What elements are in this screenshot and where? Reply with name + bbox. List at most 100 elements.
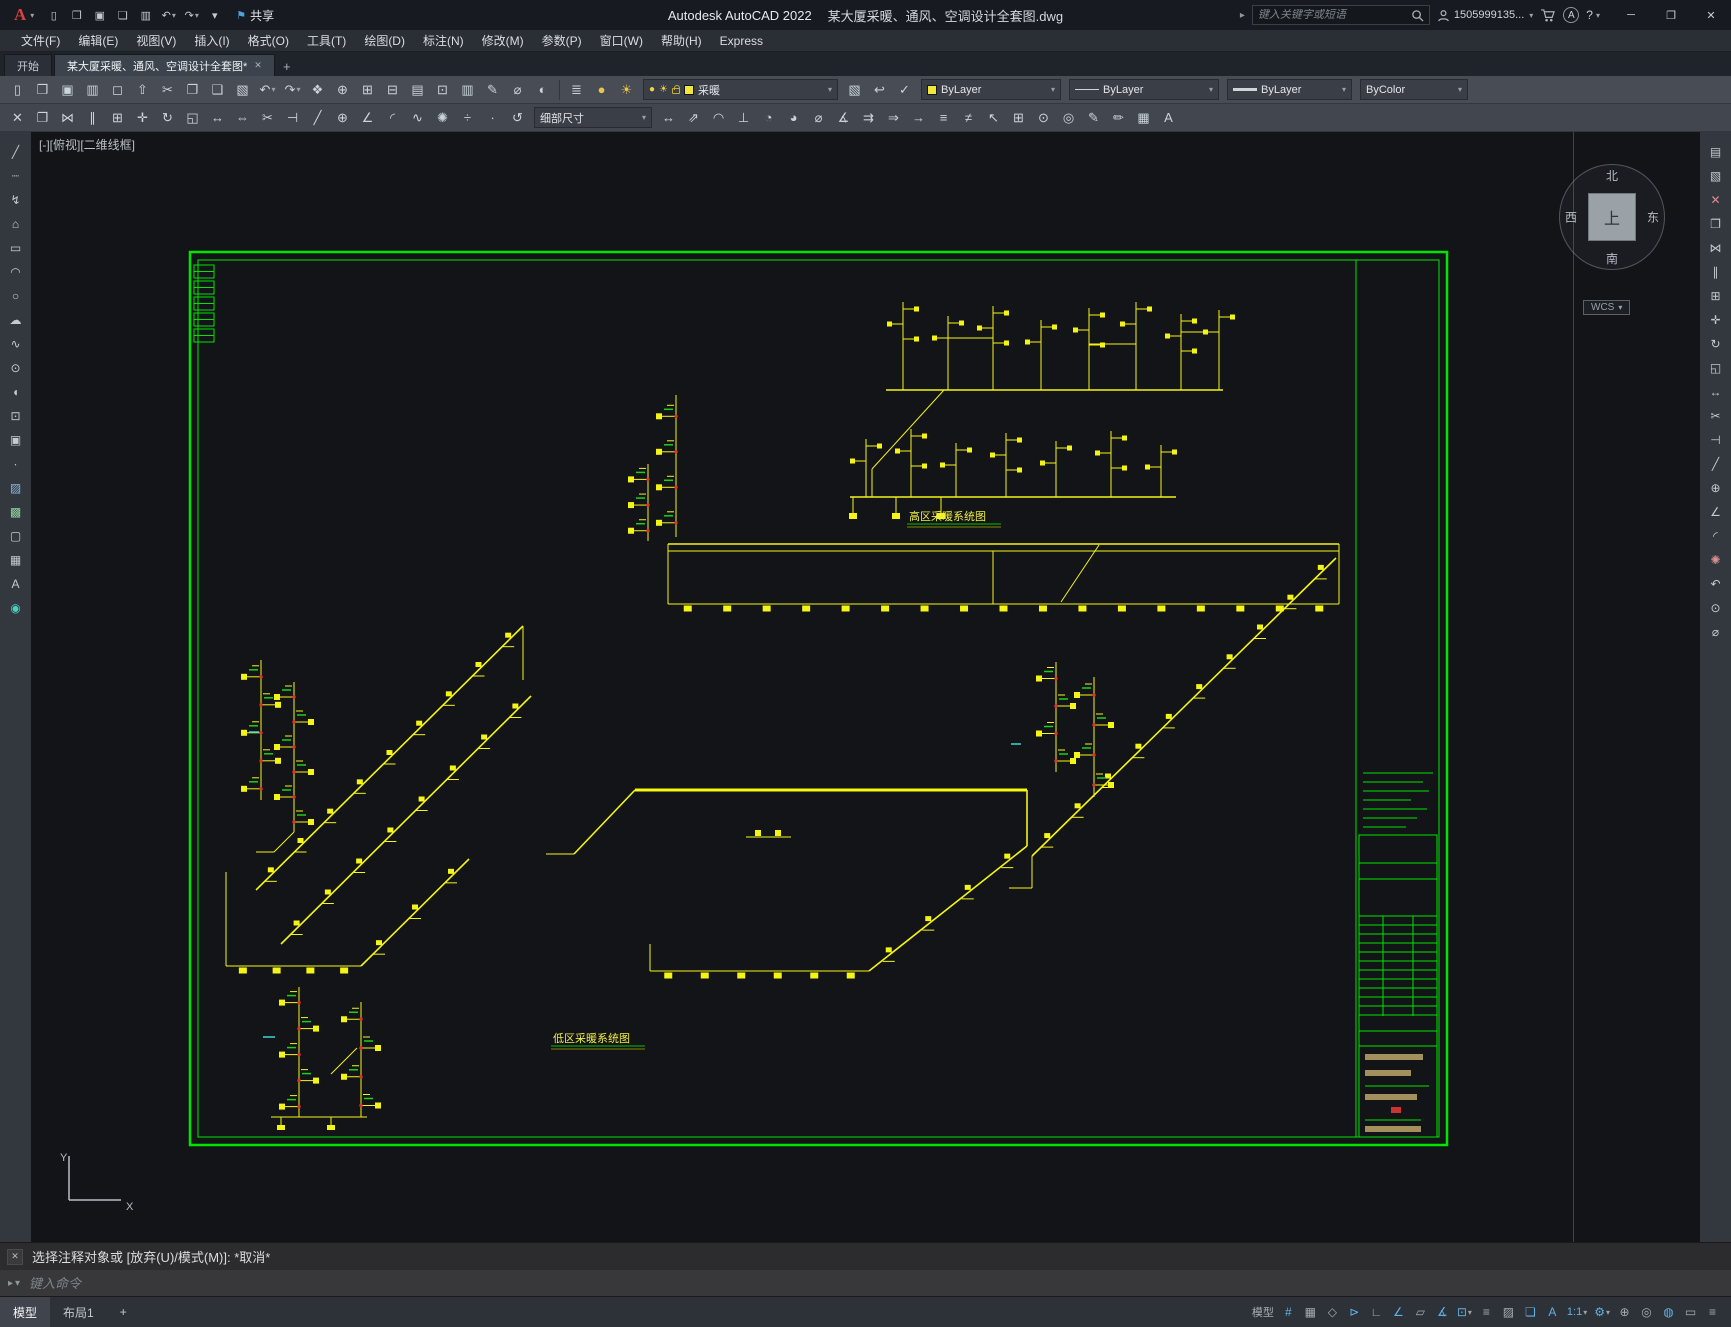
insert-block-button[interactable]: ⊡ [4,404,28,427]
blend-curves-button[interactable]: ∿ [405,106,430,130]
menu-draw[interactable]: 绘图(D) [355,30,414,51]
paste-clip-button[interactable]: ❑ [205,78,230,102]
inspection-button[interactable]: ◎ [1056,106,1081,130]
menu-parametric[interactable]: 参数(P) [533,30,591,51]
customization-button[interactable]: ≡ [1702,1300,1723,1324]
center-mark-button[interactable]: ⊙ [1031,106,1056,130]
trim-button[interactable]: ✂ [255,106,280,130]
lineweight-display-button[interactable]: ≡ [1476,1300,1497,1324]
viewcube-west-label[interactable]: 西 [1565,209,1577,226]
move-tool-button[interactable]: ✛ [1704,308,1728,331]
layer-isolate-button[interactable]: ☀ [614,78,639,102]
menu-window[interactable]: 窗口(W) [591,30,652,51]
explode-button[interactable]: ✺ [430,106,455,130]
search-icon[interactable] [1411,9,1424,22]
multiline-text-button[interactable]: A [1156,106,1181,130]
erase-button[interactable]: ✕ [5,106,30,130]
undo-action-button[interactable]: ↶ ▾ [255,78,280,102]
properties-button[interactable]: ▤ [1704,140,1728,163]
layout1-tab[interactable]: 布局1 [50,1297,107,1327]
viewcube-north-label[interactable]: 北 [1606,167,1618,184]
snap-mode-button[interactable]: ▦ [1300,1300,1321,1324]
annotation-monitor-button[interactable]: ⊕ [1614,1300,1635,1324]
polyline-button[interactable]: ↯ [4,188,28,211]
revision-cloud-button[interactable]: ☁ [4,308,28,331]
scale-tool-button[interactable]: ◱ [1704,356,1728,379]
table-button[interactable]: ▦ [4,548,28,571]
viewport-controls[interactable]: [-][俯视][二维线框] [39,136,135,153]
cart-icon[interactable] [1540,8,1556,22]
multileader-button[interactable]: ↖ [981,106,1006,130]
viewcube[interactable]: 北 南 西 东 上 [1559,164,1665,270]
erase-object-button[interactable]: ✕ [1704,188,1728,211]
tab-start[interactable]: 开始 [4,54,52,76]
workspace-switching-button[interactable]: ⚙ ▾ [1591,1300,1613,1324]
layer-properties-button[interactable]: ≣ [564,78,589,102]
lineweight-select[interactable]: ByLayer ▾ [1227,79,1352,100]
layer-select[interactable]: ● ☀ 采暖 ▾ [643,79,838,100]
redo-button[interactable]: ↷ ▾ [180,3,203,27]
drawing-canvas[interactable]: [-][俯视][二维线框] 高区采暖系统图 低区采暖系统图 北 南 西 东 上 … [31,132,1700,1242]
dim-edit-button[interactable]: ✎ [1081,106,1106,130]
save-button[interactable]: ▣ [88,3,111,27]
collapse-arrow-icon[interactable]: ▸ [1240,10,1245,21]
new-layout-button[interactable]: + [107,1297,140,1327]
new-drawing-button[interactable]: ▯ [42,3,65,27]
dimension-style-select[interactable]: 细部尺寸 ▾ [534,107,652,128]
copy-clip-button[interactable]: ❐ [180,78,205,102]
design-center-button[interactable]: ⊡ [430,78,455,102]
dim-arc-length-button[interactable]: ◠ [706,106,731,130]
point-style-button[interactable]: ∙ [480,106,505,130]
pan-realtime-button[interactable]: ❖ [305,78,330,102]
menu-dimension[interactable]: 标注(N) [414,30,473,51]
linetype-select[interactable]: ByLayer ▾ [1069,79,1219,100]
minimize-button[interactable]: ─ [1611,0,1651,30]
viewcube-top-face[interactable]: 上 [1588,193,1636,241]
menu-edit[interactable]: 编辑(E) [69,30,127,51]
array-button[interactable]: ⊞ [105,106,130,130]
arc-button[interactable]: ◠ [4,260,28,283]
osnap-settings-button[interactable]: ⊙ [1704,596,1728,619]
menu-format[interactable]: 格式(O) [239,30,298,51]
share-button[interactable]: ⚑ 共享 [236,7,274,24]
menu-file[interactable]: 文件(F) [12,30,69,51]
zoom-realtime-button[interactable]: ⊕ [330,78,355,102]
spline-button[interactable]: ∿ [4,332,28,355]
tab-drawing[interactable]: 某大厦采暖、通风、空调设计全套图* ✕ [54,54,275,76]
chamfer-button[interactable]: ∠ [355,106,380,130]
open-drawing-button[interactable]: ❒ [65,3,88,27]
search-input[interactable] [1257,9,1407,21]
plotstyle-select[interactable]: ByColor ▾ [1360,79,1468,100]
circle-button[interactable]: ○ [4,284,28,307]
plot-preview-button[interactable]: ◻ [105,78,130,102]
gradient-button[interactable]: ▩ [4,500,28,523]
line-button[interactable]: ╱ [4,140,28,163]
offset-tool-button[interactable]: ∥ [1704,260,1728,283]
command-input[interactable] [29,1275,1723,1291]
restore-button[interactable]: ❐ [1651,0,1691,30]
menu-help[interactable]: 帮助(H) [652,30,711,51]
isometric-drafting-button[interactable]: ▱ [1410,1300,1431,1324]
menu-tools[interactable]: 工具(T) [298,30,355,51]
publish-button[interactable]: ⇧ [130,78,155,102]
break-tool-button[interactable]: ╱ [1704,452,1728,475]
account-menu[interactable]: 1505999135... ▾ [1437,9,1533,22]
match-props-button[interactable]: ▧ [1704,164,1728,187]
match-properties-button[interactable]: ▧ [230,78,255,102]
dim-diameter-button[interactable]: ⌀ [806,106,831,130]
layer-off-button[interactable]: ● [589,78,614,102]
autodesk-account-icon[interactable]: A [1563,7,1580,23]
model-tab[interactable]: 模型 [0,1297,51,1327]
application-menu-button[interactable]: A ▾ [6,5,42,25]
join-tool-button[interactable]: ⊕ [1704,476,1728,499]
transparency-display-button[interactable]: ▨ [1498,1300,1519,1324]
chamfer-tool-button[interactable]: ∠ [1704,500,1728,523]
ellipse-arc-button[interactable]: ◖ [4,380,28,403]
dim-baseline-button[interactable]: ⇒ [881,106,906,130]
insert-table-button[interactable]: ▦ [1131,106,1156,130]
stretch-button[interactable]: ↔ [205,106,230,130]
polar-tracking-button[interactable]: ∠ [1388,1300,1409,1324]
stretch-tool-button[interactable]: ↔ [1704,380,1728,403]
undo-button[interactable]: ↶ ▾ [157,3,180,27]
menu-express[interactable]: Express [711,30,772,51]
